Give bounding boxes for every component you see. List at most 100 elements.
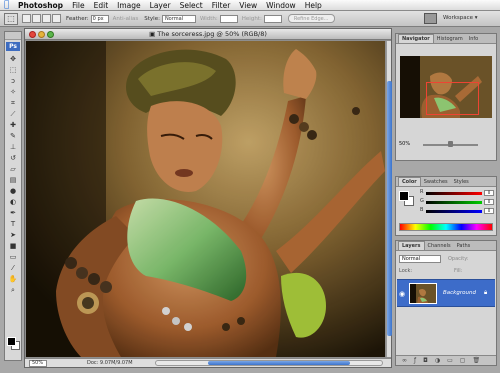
blue-channel-value[interactable]: 0 xyxy=(484,208,494,214)
clone-stamp-tool-icon[interactable]: ⊥ xyxy=(6,142,20,152)
tab-histogram[interactable]: Histogram xyxy=(434,35,466,43)
navigator-view-box[interactable] xyxy=(426,82,479,115)
link-layers-icon[interactable]: ∞ xyxy=(402,357,407,364)
eyedropper-tool-icon[interactable]: ⁄ xyxy=(6,263,20,273)
horizontal-scroll-thumb[interactable] xyxy=(208,361,350,365)
height-input[interactable] xyxy=(263,14,282,23)
dodge-tool-icon[interactable]: ◐ xyxy=(6,197,20,207)
layer-thumbnail-image xyxy=(410,284,436,303)
layer-name[interactable]: Background xyxy=(443,290,476,296)
blur-tool-icon[interactable]: ● xyxy=(6,186,20,196)
image-canvas[interactable] xyxy=(26,41,385,357)
tab-paths[interactable]: Paths xyxy=(454,242,474,250)
subtract-selection-button[interactable] xyxy=(42,14,51,23)
menu-view[interactable]: View xyxy=(239,0,257,11)
green-channel-label: G xyxy=(420,198,424,204)
zoom-tool-icon[interactable]: ⌕ xyxy=(6,285,20,295)
tab-swatches[interactable]: Swatches xyxy=(421,178,451,186)
navigator-zoom-knob[interactable] xyxy=(448,141,453,147)
document-status-bar: 50% Doc: 9.07M/9.07M xyxy=(25,358,391,367)
gradient-tool-icon[interactable]: ▤ xyxy=(6,175,20,185)
shape-tool-icon[interactable]: ■ xyxy=(6,241,20,251)
workspace-menu[interactable]: Workspace ▾ xyxy=(443,15,478,21)
blue-channel-slider[interactable] xyxy=(426,210,482,213)
marquee-tool-icon[interactable]: ⬚ xyxy=(6,65,20,75)
blue-channel-label: B xyxy=(420,207,424,213)
delete-layer-icon[interactable]: 🗑︎ xyxy=(472,357,480,364)
tab-layers[interactable]: Layers xyxy=(398,241,425,250)
new-selection-button[interactable] xyxy=(22,14,31,23)
style-label: Style: xyxy=(144,15,160,22)
brush-tool-icon[interactable]: ✎ xyxy=(6,131,20,141)
lasso-tool-icon[interactable]: ↄ xyxy=(6,76,20,86)
feather-input[interactable]: 0 px xyxy=(90,14,109,23)
palette-well-icon[interactable] xyxy=(424,13,437,24)
menu-image[interactable]: Image xyxy=(117,0,141,11)
new-group-icon[interactable]: ▭ xyxy=(447,357,453,364)
navigator-panel: Navigator Histogram Info 50% xyxy=(395,33,497,161)
navigator-thumbnail[interactable] xyxy=(400,56,492,118)
width-label: Width: xyxy=(199,15,218,22)
red-channel-label: R xyxy=(420,189,424,195)
refine-edge-button[interactable]: Refine Edge... xyxy=(287,14,335,23)
document-title-bar[interactable]: ▣ The sorceress.jpg @ 50% (RGB/8) xyxy=(25,29,391,40)
menu-photoshop[interactable]: Photoshop xyxy=(18,0,63,11)
tab-navigator[interactable]: Navigator xyxy=(398,34,434,43)
color-panel-foreground-swatch[interactable] xyxy=(399,191,409,201)
green-channel-value[interactable]: 0 xyxy=(484,199,494,205)
eye-icon[interactable]: ◉ xyxy=(399,290,405,298)
vertical-scroll-thumb[interactable] xyxy=(387,81,392,336)
antialias-checkbox[interactable]: Anti-alias xyxy=(113,16,139,22)
pen-tool-icon[interactable]: ✒ xyxy=(6,208,20,218)
move-tool-icon[interactable]: ✥ xyxy=(6,54,20,64)
navigator-zoom-field[interactable]: 50% xyxy=(399,141,410,147)
foreground-color-swatch[interactable] xyxy=(7,337,16,346)
menu-file[interactable]: File xyxy=(72,0,85,11)
eraser-tool-icon[interactable]: ▱ xyxy=(6,164,20,174)
magic-wand-tool-icon[interactable]: ✧ xyxy=(6,87,20,97)
tab-channels[interactable]: Channels xyxy=(425,242,454,250)
blend-mode-select[interactable]: Normal xyxy=(399,255,441,263)
apple-icon[interactable]:  xyxy=(4,0,12,10)
healing-brush-tool-icon[interactable]: ✚ xyxy=(6,120,20,130)
tab-styles[interactable]: Styles xyxy=(451,178,472,186)
menu-select[interactable]: Select xyxy=(180,0,203,11)
tool-preset-picker[interactable]: ⬚ xyxy=(4,12,18,25)
height-label: Height: xyxy=(241,15,262,22)
document-size-info[interactable]: Doc: 9.07M/9.07M xyxy=(87,359,133,367)
red-channel-value[interactable]: 0 xyxy=(484,190,494,196)
color-spectrum-bar[interactable] xyxy=(399,223,493,231)
layer-style-icon[interactable]: ƒ xyxy=(414,357,416,364)
toolbox-header[interactable] xyxy=(5,32,21,40)
style-select[interactable]: Normal xyxy=(161,14,196,23)
menu-filter[interactable]: Filter xyxy=(212,0,231,11)
crop-tool-icon[interactable]: ⌗ xyxy=(6,98,20,108)
green-channel-slider[interactable] xyxy=(426,201,482,204)
menu-edit[interactable]: Edit xyxy=(94,0,109,11)
notes-tool-icon[interactable]: ▭ xyxy=(6,252,20,262)
fill-label: Fill: xyxy=(454,268,463,274)
menu-help[interactable]: Help xyxy=(305,0,322,11)
menu-window[interactable]: Window xyxy=(266,0,296,11)
intersect-selection-button[interactable] xyxy=(52,14,61,23)
new-layer-icon[interactable]: ▢ xyxy=(460,357,466,364)
path-selection-tool-icon[interactable]: ➤ xyxy=(6,230,20,240)
type-tool-icon[interactable]: T xyxy=(6,219,20,229)
vertical-scrollbar[interactable] xyxy=(386,41,392,357)
slice-tool-icon[interactable]: ⟋ xyxy=(6,109,20,119)
tab-info[interactable]: Info xyxy=(466,35,481,43)
horizontal-scrollbar[interactable] xyxy=(155,360,383,366)
adjustment-layer-icon[interactable]: ◑ xyxy=(435,357,440,364)
layer-mask-icon[interactable]: ◘ xyxy=(423,357,428,364)
zoom-level-field[interactable]: 50% xyxy=(29,360,47,367)
menu-layer[interactable]: Layer xyxy=(150,0,171,11)
add-selection-button[interactable] xyxy=(32,14,41,23)
layer-row-background[interactable]: ◉ Background 🔒︎ xyxy=(397,279,495,307)
tab-color[interactable]: Color xyxy=(398,177,421,186)
history-brush-tool-icon[interactable]: ↺ xyxy=(6,153,20,163)
color-tabs: Color Swatches Styles xyxy=(396,177,496,187)
width-input[interactable] xyxy=(219,14,238,23)
adobe-online-button[interactable]: Ps xyxy=(6,42,20,51)
red-channel-slider[interactable] xyxy=(426,192,482,195)
hand-tool-icon[interactable]: ✋ xyxy=(6,274,20,284)
